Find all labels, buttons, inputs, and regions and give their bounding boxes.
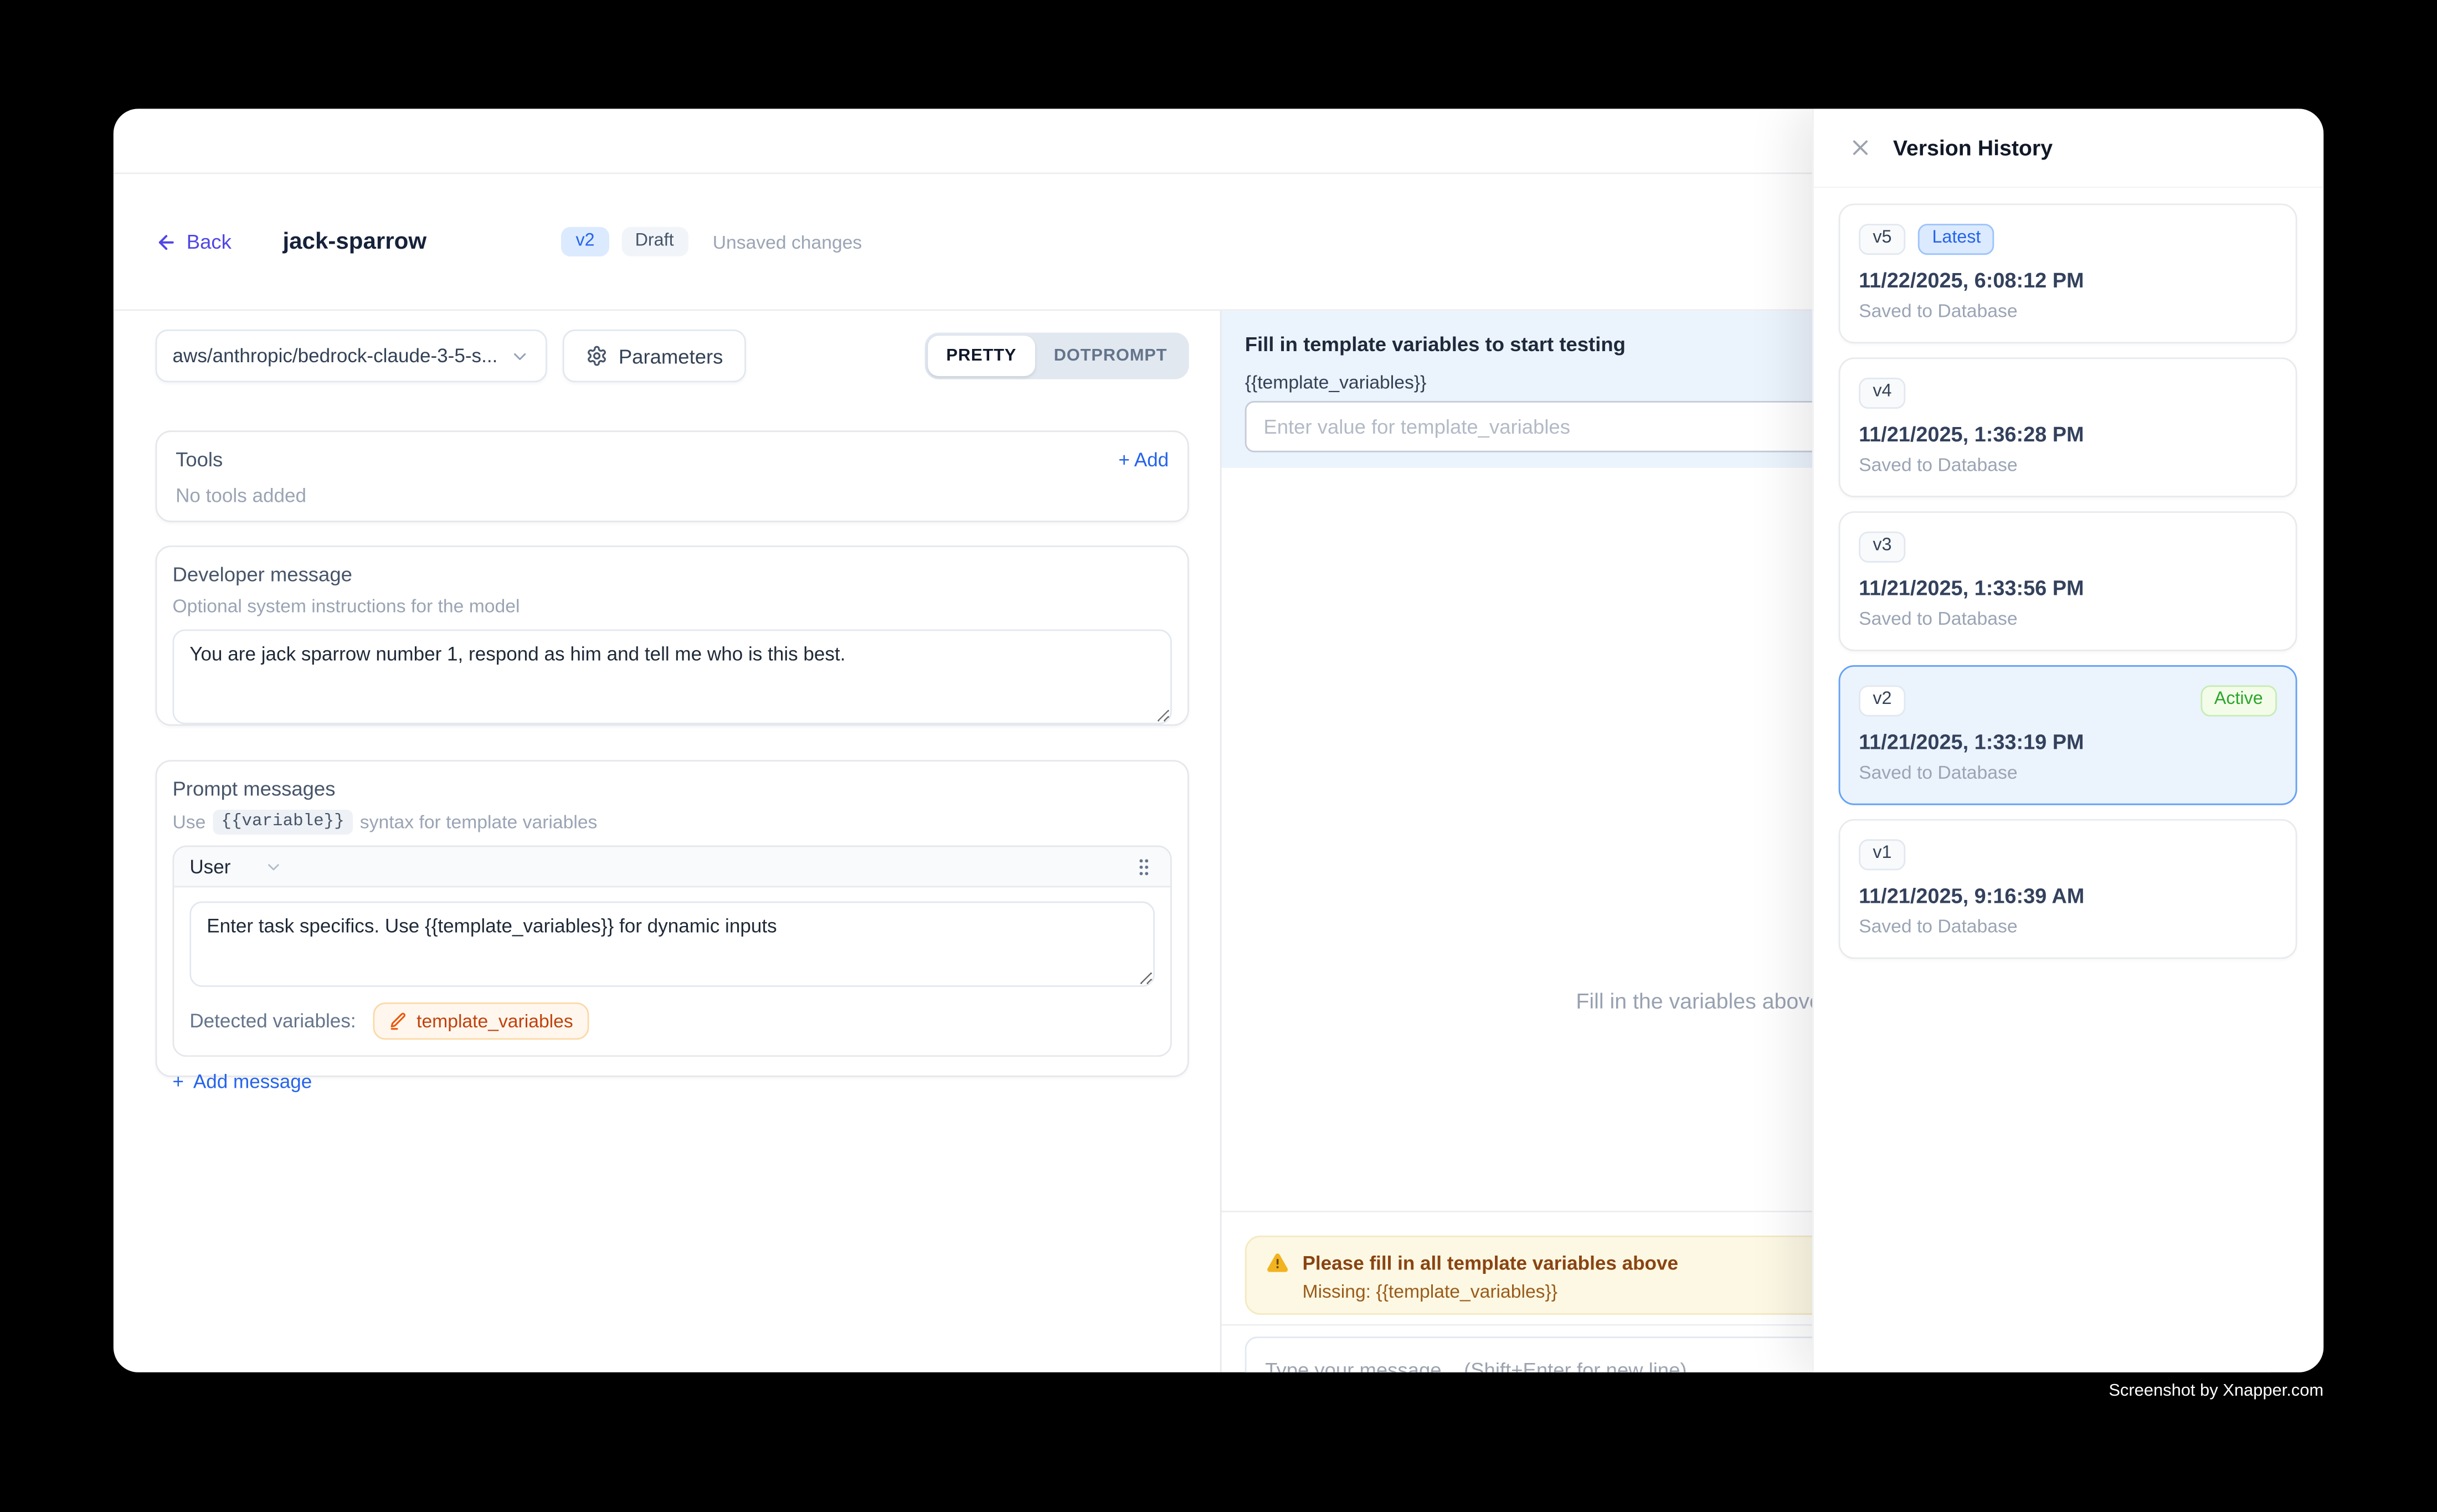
message-body: Enter task specifics. Use {{template_var… <box>174 887 1170 1055</box>
chevron-down-icon <box>510 346 529 366</box>
developer-message-hint: Optional system instructions for the mod… <box>172 595 1171 617</box>
format-toggle: PRETTY DOTPROMPT <box>924 333 1189 379</box>
hint-prefix: Use <box>172 811 205 833</box>
unsaved-changes-label: Unsaved changes <box>713 231 862 253</box>
add-tool-label: Add <box>1134 449 1169 470</box>
add-message-label: Add message <box>193 1071 312 1092</box>
page-title: jack-sparrow <box>282 228 426 255</box>
prompt-messages-card: Prompt messages Use {{variable}} syntax … <box>156 760 1189 1077</box>
version-storage: Saved to Database <box>1859 299 2277 321</box>
version-storage: Saved to Database <box>1859 607 2277 629</box>
version-storage: Saved to Database <box>1859 914 2277 936</box>
detected-variables-label: Detected variables: <box>189 1010 356 1032</box>
plus-icon: + <box>172 1071 184 1092</box>
version-number-badge: v2 <box>1859 685 1906 716</box>
version-history-panel: Version History v5 Latest 11/22/2025, 6:… <box>1812 109 2323 1372</box>
role-select[interactable]: User <box>189 856 284 877</box>
plus-icon: + <box>1118 449 1130 470</box>
tools-label: Tools <box>176 448 223 471</box>
version-timestamp: 11/21/2025, 1:33:19 PM <box>1859 729 2277 753</box>
back-button[interactable]: Back <box>156 230 232 253</box>
prompt-message-input[interactable]: Enter task specifics. Use {{template_var… <box>189 902 1155 987</box>
parameters-label: Parameters <box>619 344 723 368</box>
version-storage: Saved to Database <box>1859 453 2277 475</box>
version-list: v5 Latest 11/22/2025, 6:08:12 PM Saved t… <box>1839 204 2297 973</box>
version-card-v3[interactable]: v3 11/21/2025, 1:33:56 PM Saved to Datab… <box>1839 511 2297 651</box>
developer-message-label: Developer message <box>172 563 1171 586</box>
prompt-messages-label: Prompt messages <box>172 777 1171 800</box>
app-window: Back jack-sparrow v2 Draft Unsaved chang… <box>114 109 2323 1372</box>
version-timestamp: 11/21/2025, 1:33:56 PM <box>1859 576 2277 599</box>
model-row: aws/anthropic/bedrock-claude-3-5-s... Pa… <box>156 330 1189 382</box>
role-select-value: User <box>189 856 230 877</box>
xnapper-credit: Screenshot by Xnapper.com <box>2109 1382 2323 1401</box>
detected-variables-row: Detected variables: template_variables <box>189 1002 1155 1043</box>
screenshot-stage: Back jack-sparrow v2 Draft Unsaved chang… <box>0 0 2437 1512</box>
variable-code-chip: {{variable}} <box>213 810 352 835</box>
version-card-v4[interactable]: v4 11/21/2025, 1:36:28 PM Saved to Datab… <box>1839 357 2297 497</box>
version-number-badge: v3 <box>1859 532 1906 562</box>
draft-badge: Draft <box>621 227 687 257</box>
prompt-editor-column: aws/anthropic/bedrock-claude-3-5-s... Pa… <box>114 311 1220 1372</box>
version-timestamp: 11/21/2025, 1:36:28 PM <box>1859 422 2277 445</box>
variable-syntax-hint: Use {{variable}} syntax for template var… <box>172 810 1171 835</box>
hint-suffix: syntax for template variables <box>360 811 598 833</box>
version-number-badge: v5 <box>1859 224 1906 254</box>
pencil-icon <box>389 1012 408 1031</box>
active-badge: Active <box>2201 685 2277 716</box>
version-storage: Saved to Database <box>1859 761 2277 783</box>
version-number-badge: v1 <box>1859 839 1906 870</box>
message-block: User Enter task specifics. Use {{templat… <box>172 846 1171 1057</box>
parameters-button[interactable]: Parameters <box>563 330 747 382</box>
version-card-v5[interactable]: v5 Latest 11/22/2025, 6:08:12 PM Saved t… <box>1839 204 2297 344</box>
developer-message-card: Developer message Optional system instru… <box>156 546 1189 726</box>
model-select[interactable]: aws/anthropic/bedrock-claude-3-5-s... <box>156 330 547 382</box>
version-card-v2[interactable]: v2 Active 11/21/2025, 1:33:19 PM Saved t… <box>1839 665 2297 805</box>
tools-empty-text: No tools added <box>176 485 1169 507</box>
detected-variable-name: template_variables <box>417 1010 573 1032</box>
chevron-down-icon <box>265 857 284 876</box>
arrow-left-icon <box>156 231 177 253</box>
version-timestamp: 11/21/2025, 9:16:39 AM <box>1859 883 2277 907</box>
version-history-title: Version History <box>1893 135 2053 160</box>
toggle-pretty[interactable]: PRETTY <box>928 336 1035 376</box>
detected-variable-chip[interactable]: template_variables <box>373 1002 589 1040</box>
version-card-v1[interactable]: v1 11/21/2025, 9:16:39 AM Saved to Datab… <box>1839 819 2297 959</box>
close-icon[interactable] <box>1848 135 1873 160</box>
version-timestamp: 11/22/2025, 6:08:12 PM <box>1859 268 2277 291</box>
tools-card: Tools + Add No tools added <box>156 430 1189 522</box>
model-select-value: aws/anthropic/bedrock-claude-3-5-s... <box>172 345 500 367</box>
message-header: User <box>174 847 1170 887</box>
back-label: Back <box>187 230 232 253</box>
version-history-header: Version History <box>1814 109 2323 188</box>
add-tool-button[interactable]: + Add <box>1118 449 1169 470</box>
add-message-button[interactable]: + Add message <box>172 1071 1171 1092</box>
developer-message-input[interactable]: You are jack sparrow number 1, respond a… <box>172 629 1171 724</box>
toggle-dotprompt[interactable]: DOTPROMPT <box>1035 336 1186 376</box>
version-badge: v2 <box>562 227 609 257</box>
warning-title: Please fill in all template variables ab… <box>1303 1252 1678 1273</box>
warning-icon <box>1265 1251 1290 1274</box>
version-number-badge: v4 <box>1859 378 1906 408</box>
latest-badge: Latest <box>1918 224 1994 254</box>
drag-handle-icon[interactable] <box>1133 854 1155 879</box>
gear-icon <box>586 345 608 367</box>
